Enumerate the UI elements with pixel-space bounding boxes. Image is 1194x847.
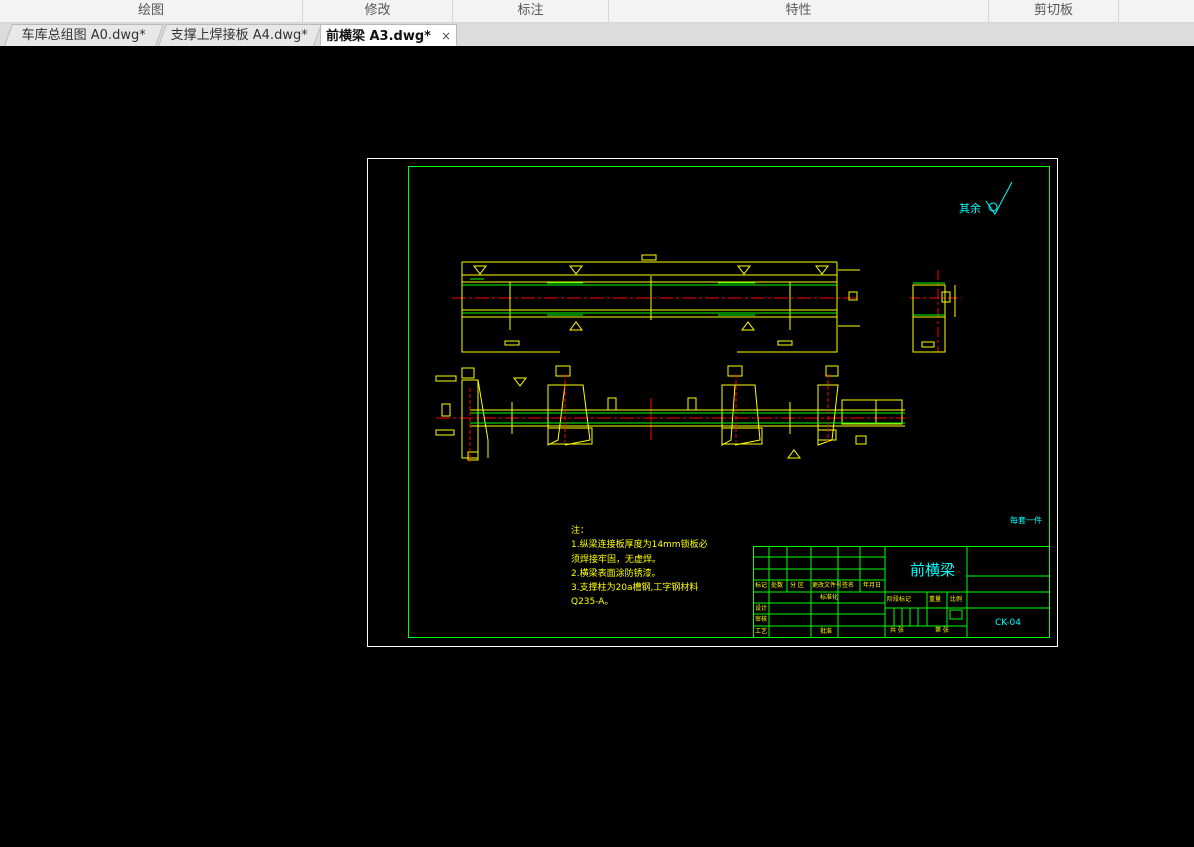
- ribbon-group-properties[interactable]: 特性: [609, 0, 989, 22]
- weight-label: 重量: [929, 596, 942, 603]
- stage-label: 阶段标记: [887, 596, 912, 603]
- tab-garage-assembly[interactable]: 车库总组图 A0.dwg*: [3, 24, 165, 46]
- drawing-number: CK-04: [995, 618, 1021, 628]
- tab-support-weld-plate[interactable]: 支撑上焊接板 A4.dwg*: [157, 24, 323, 46]
- row-label-review: 审核: [755, 616, 768, 623]
- row-label-standardization: 标准化: [820, 594, 839, 601]
- notes-heading: 注：: [571, 526, 590, 536]
- document-tab-bar: 车库总组图 A0.dwg* 支撑上焊接板 A4.dwg* 前横梁 A3.dwg*…: [0, 23, 1194, 47]
- header-cell: 分 区: [790, 582, 804, 589]
- sheet-total: 共 张: [890, 627, 904, 634]
- ribbon-group-draw[interactable]: 绘图: [0, 0, 303, 22]
- ribbon-group-modify[interactable]: 修改: [303, 0, 453, 22]
- surface-finish-note: 其余: [959, 202, 981, 215]
- note-line: 1.纵梁连接板厚度为14mm锁板必: [571, 540, 708, 550]
- header-cell: 签名: [842, 582, 855, 589]
- close-icon[interactable]: ×: [441, 29, 451, 43]
- row-label-approval: 批准: [820, 628, 833, 635]
- scale-label: 比例: [950, 596, 963, 603]
- header-cell: 处数: [771, 582, 784, 589]
- sheet-number: 第 张: [935, 627, 949, 634]
- surface-finish-symbol: [985, 181, 1013, 215]
- header-cell: 更改文件号: [812, 582, 843, 589]
- beam-top-view: [452, 254, 860, 353]
- note-line: 2.横梁表面涂防锈漆。: [571, 569, 661, 579]
- cad-drawing: [367, 158, 1058, 647]
- tab-front-crossbeam[interactable]: 前横梁 A3.dwg* ×: [320, 24, 457, 46]
- ribbon-group-clipboard[interactable]: 剪切板: [989, 0, 1119, 22]
- tab-label: 支撑上焊接板 A4.dwg*: [171, 28, 309, 43]
- note-line: 须焊接牢固，无虚焊。: [571, 555, 662, 565]
- part-name: 前横梁: [910, 561, 956, 579]
- beam-side-section: [910, 270, 962, 353]
- row-label-design: 设计: [755, 605, 768, 612]
- ribbon-group-annotate[interactable]: 标注: [453, 0, 609, 22]
- note-line: Q235-A。: [571, 597, 614, 607]
- note-line: 3.支撑柱为20a槽钢,工字钢材料: [571, 583, 699, 593]
- header-cell: 标记: [755, 582, 768, 589]
- row-label-process: 工艺: [755, 628, 768, 635]
- header-cell: 年月日: [863, 582, 882, 589]
- beam-front-view: [435, 365, 905, 462]
- drawing-canvas[interactable]: 其余 注： 1.纵梁连接板厚度为14mm锁板必 须焊接牢固，无虚焊。 2.横梁表…: [0, 46, 1194, 847]
- tab-label: 车库总组图 A0.dwg*: [21, 28, 146, 43]
- quantity-note: 每套一件: [1010, 516, 1042, 525]
- ribbon-panel-bar: 绘图 修改 标注 特性 剪切板: [0, 0, 1194, 23]
- tab-label: 前横梁 A3.dwg*: [325, 29, 431, 44]
